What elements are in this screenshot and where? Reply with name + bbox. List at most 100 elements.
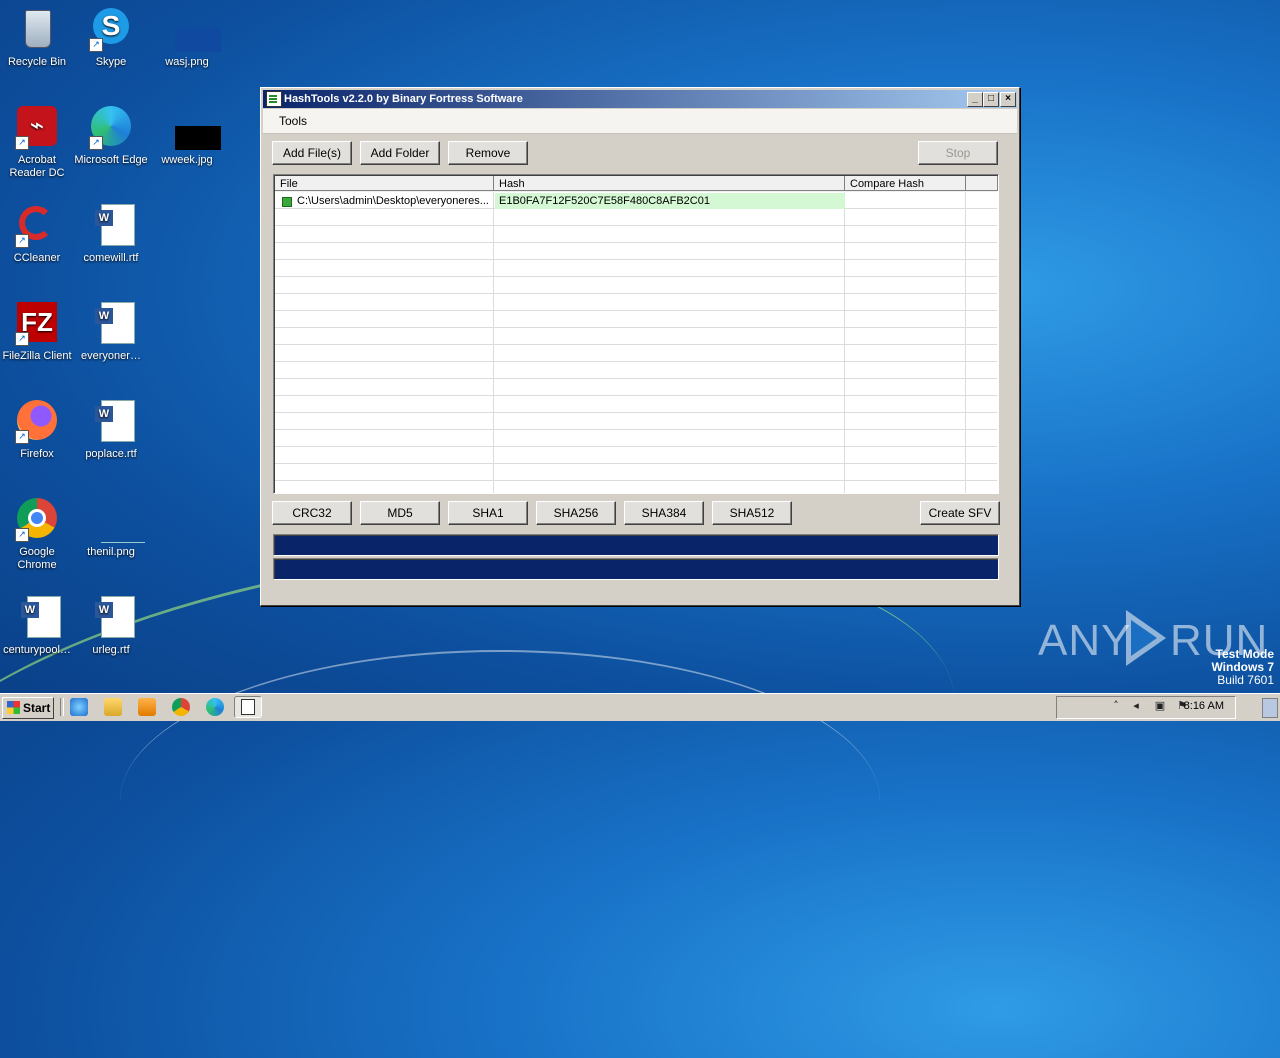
speaker-icon[interactable]: ◂: [1130, 700, 1142, 712]
menu-tools[interactable]: Tools: [279, 114, 307, 128]
start-label: Start: [23, 701, 51, 715]
shortcut-arrow-icon: ↗: [89, 136, 103, 150]
close-button[interactable]: ×: [1000, 92, 1016, 107]
watermark-line3: Build 7601: [1217, 673, 1274, 687]
chrome-icon: ↗: [13, 496, 61, 544]
desktop-icon-thenil-png[interactable]: thenil.png: [74, 496, 148, 559]
ccleaner-icon: ↗: [13, 202, 61, 250]
column-divider: [493, 192, 494, 493]
desktop-icon-skype[interactable]: S ↗ Skype: [74, 6, 148, 69]
desktop-icon-wweek-jpg[interactable]: wweek.jpg: [150, 104, 224, 167]
desktop-icon-poplace-rtf[interactable]: W poplace.rtf: [74, 398, 148, 461]
column-header-compare-hash[interactable]: Compare Hash: [845, 176, 966, 191]
column-header-file[interactable]: File: [275, 176, 494, 191]
shortcut-arrow-icon: ↗: [15, 332, 29, 346]
internet-explorer-icon[interactable]: [70, 698, 88, 716]
window-title: HashTools v2.2.0 by Binary Fortress Soft…: [284, 93, 523, 105]
show-hidden-icons-icon[interactable]: ˄: [1110, 700, 1122, 712]
window-titlebar[interactable]: HashTools v2.2.0 by Binary Fortress Soft…: [263, 90, 1017, 108]
test-mode-watermark: Test Mode Windows 7 Build 7601: [1211, 648, 1274, 687]
desktop-icon-label: centurypool…: [3, 644, 71, 656]
edge-icon: ↗: [87, 104, 135, 152]
app-icon[interactable]: [266, 91, 282, 107]
sha512-button[interactable]: SHA512: [712, 501, 792, 525]
shortcut-arrow-icon: ↗: [89, 38, 103, 52]
network-icon[interactable]: ▣: [1154, 700, 1166, 712]
column-header-empty: [966, 176, 998, 191]
minimize-button[interactable]: _: [967, 92, 983, 107]
file-cell: C:\Users\admin\Desktop\everyoneres...: [275, 193, 494, 209]
desktop-icon-chrome[interactable]: ↗ Google Chrome: [0, 496, 74, 572]
desktop-icon-label: FileZilla Client: [2, 350, 72, 362]
desktop-icon-label: CCleaner: [13, 252, 61, 264]
desktop-icon-firefox[interactable]: ↗ Firefox: [0, 398, 74, 461]
sha1-button[interactable]: SHA1: [448, 501, 528, 525]
word-document-icon: W: [87, 300, 135, 348]
media-player-icon[interactable]: [138, 698, 156, 716]
desktop-icon-label: Firefox: [20, 448, 54, 460]
sha256-button[interactable]: SHA256: [536, 501, 616, 525]
chrome-icon[interactable]: [172, 698, 190, 716]
desktop-icon-filezilla[interactable]: FZ ↗ FileZilla Client: [0, 300, 74, 363]
start-button[interactable]: Start: [2, 697, 54, 719]
column-divider: [844, 192, 845, 493]
taskbar: Start ˄ ◂ ▣ ⚑ 8:16 AM: [0, 693, 1280, 721]
desktop-icon-recycle-bin[interactable]: Recycle Bin: [0, 6, 74, 69]
shortcut-arrow-icon: ↗: [15, 430, 29, 444]
image-file-icon: [163, 104, 221, 152]
desktop-icon-edge[interactable]: ↗ Microsoft Edge: [74, 104, 148, 167]
desktop-icon-label: everyoner…: [81, 350, 141, 362]
desktop-icon-comewill-rtf[interactable]: W comewill.rtf: [74, 202, 148, 265]
remove-button[interactable]: Remove: [448, 141, 528, 165]
compare-hash-cell: [846, 193, 966, 209]
image-file-icon: [87, 496, 145, 544]
desktop-icon-label: wasj.png: [165, 56, 209, 68]
menu-bar: Tools: [263, 109, 1017, 134]
hashtools-window: HashTools v2.2.0 by Binary Fortress Soft…: [260, 87, 1020, 606]
add-folder-button[interactable]: Add Folder: [360, 141, 440, 165]
desktop-icon-acrobat[interactable]: ⌁ ↗ Acrobat Reader DC: [0, 104, 74, 180]
add-files-button[interactable]: Add File(s): [272, 141, 352, 165]
desktop-icon-label: Google Chrome: [17, 546, 57, 571]
filezilla-icon: FZ ↗: [13, 300, 61, 348]
create-sfv-button[interactable]: Create SFV: [920, 501, 1000, 525]
desktop-icon-urleg-rtf[interactable]: W urleg.rtf: [74, 594, 148, 657]
maximize-button[interactable]: □: [983, 92, 999, 107]
sha384-button[interactable]: SHA384: [624, 501, 704, 525]
desktop-icon-wasj-png[interactable]: wasj.png: [150, 6, 224, 69]
list-grid: [275, 192, 997, 493]
file-progress-bar: [273, 534, 999, 556]
desktop-icon-label: Microsoft Edge: [74, 154, 148, 166]
shortcut-arrow-icon: ↗: [15, 136, 29, 150]
file-path: C:\Users\admin\Desktop\everyoneres...: [297, 195, 489, 207]
anyrun-logo: ANY RUN: [1038, 610, 1267, 672]
hashtools-taskbar-button[interactable]: [234, 696, 262, 718]
desktop-icon-ccleaner[interactable]: ↗ CCleaner: [0, 202, 74, 265]
file-hash-list[interactable]: File Hash Compare Hash C:\Users\admin\De…: [273, 174, 999, 494]
column-header-hash[interactable]: Hash: [494, 176, 845, 191]
shortcut-arrow-icon: ↗: [15, 528, 29, 542]
desktop-icon-everyoner[interactable]: W everyoner…: [74, 300, 148, 363]
desktop-icon-centurypool[interactable]: W centurypool…: [0, 594, 74, 657]
table-row[interactable]: C:\Users\admin\Desktop\everyoneres... E1…: [275, 193, 997, 209]
crc32-button[interactable]: CRC32: [272, 501, 352, 525]
shortcut-arrow-icon: ↗: [15, 234, 29, 248]
desktop-icon-label: Recycle Bin: [7, 56, 67, 68]
word-document-icon: W: [87, 202, 135, 250]
edge-icon[interactable]: [206, 698, 224, 716]
taskbar-clock[interactable]: 8:16 AM: [1184, 700, 1224, 712]
file-explorer-icon[interactable]: [104, 698, 122, 716]
column-divider: [965, 192, 966, 493]
total-progress-bar: [273, 558, 999, 580]
md5-button[interactable]: MD5: [360, 501, 440, 525]
acrobat-icon: ⌁ ↗: [13, 104, 61, 152]
show-desktop-button[interactable]: [1262, 698, 1278, 718]
desktop-icon-label: Acrobat Reader DC: [9, 154, 65, 179]
windows-flag-icon: [7, 701, 20, 714]
hashtools-icon: [241, 699, 255, 715]
desktop-icon-label: urleg.rtf: [92, 644, 130, 656]
recycle-bin-icon: [13, 6, 61, 54]
desktop-icon-label: Skype: [95, 56, 127, 68]
stop-button[interactable]: Stop: [918, 141, 998, 165]
desktop-icon-label: thenil.png: [87, 546, 135, 558]
